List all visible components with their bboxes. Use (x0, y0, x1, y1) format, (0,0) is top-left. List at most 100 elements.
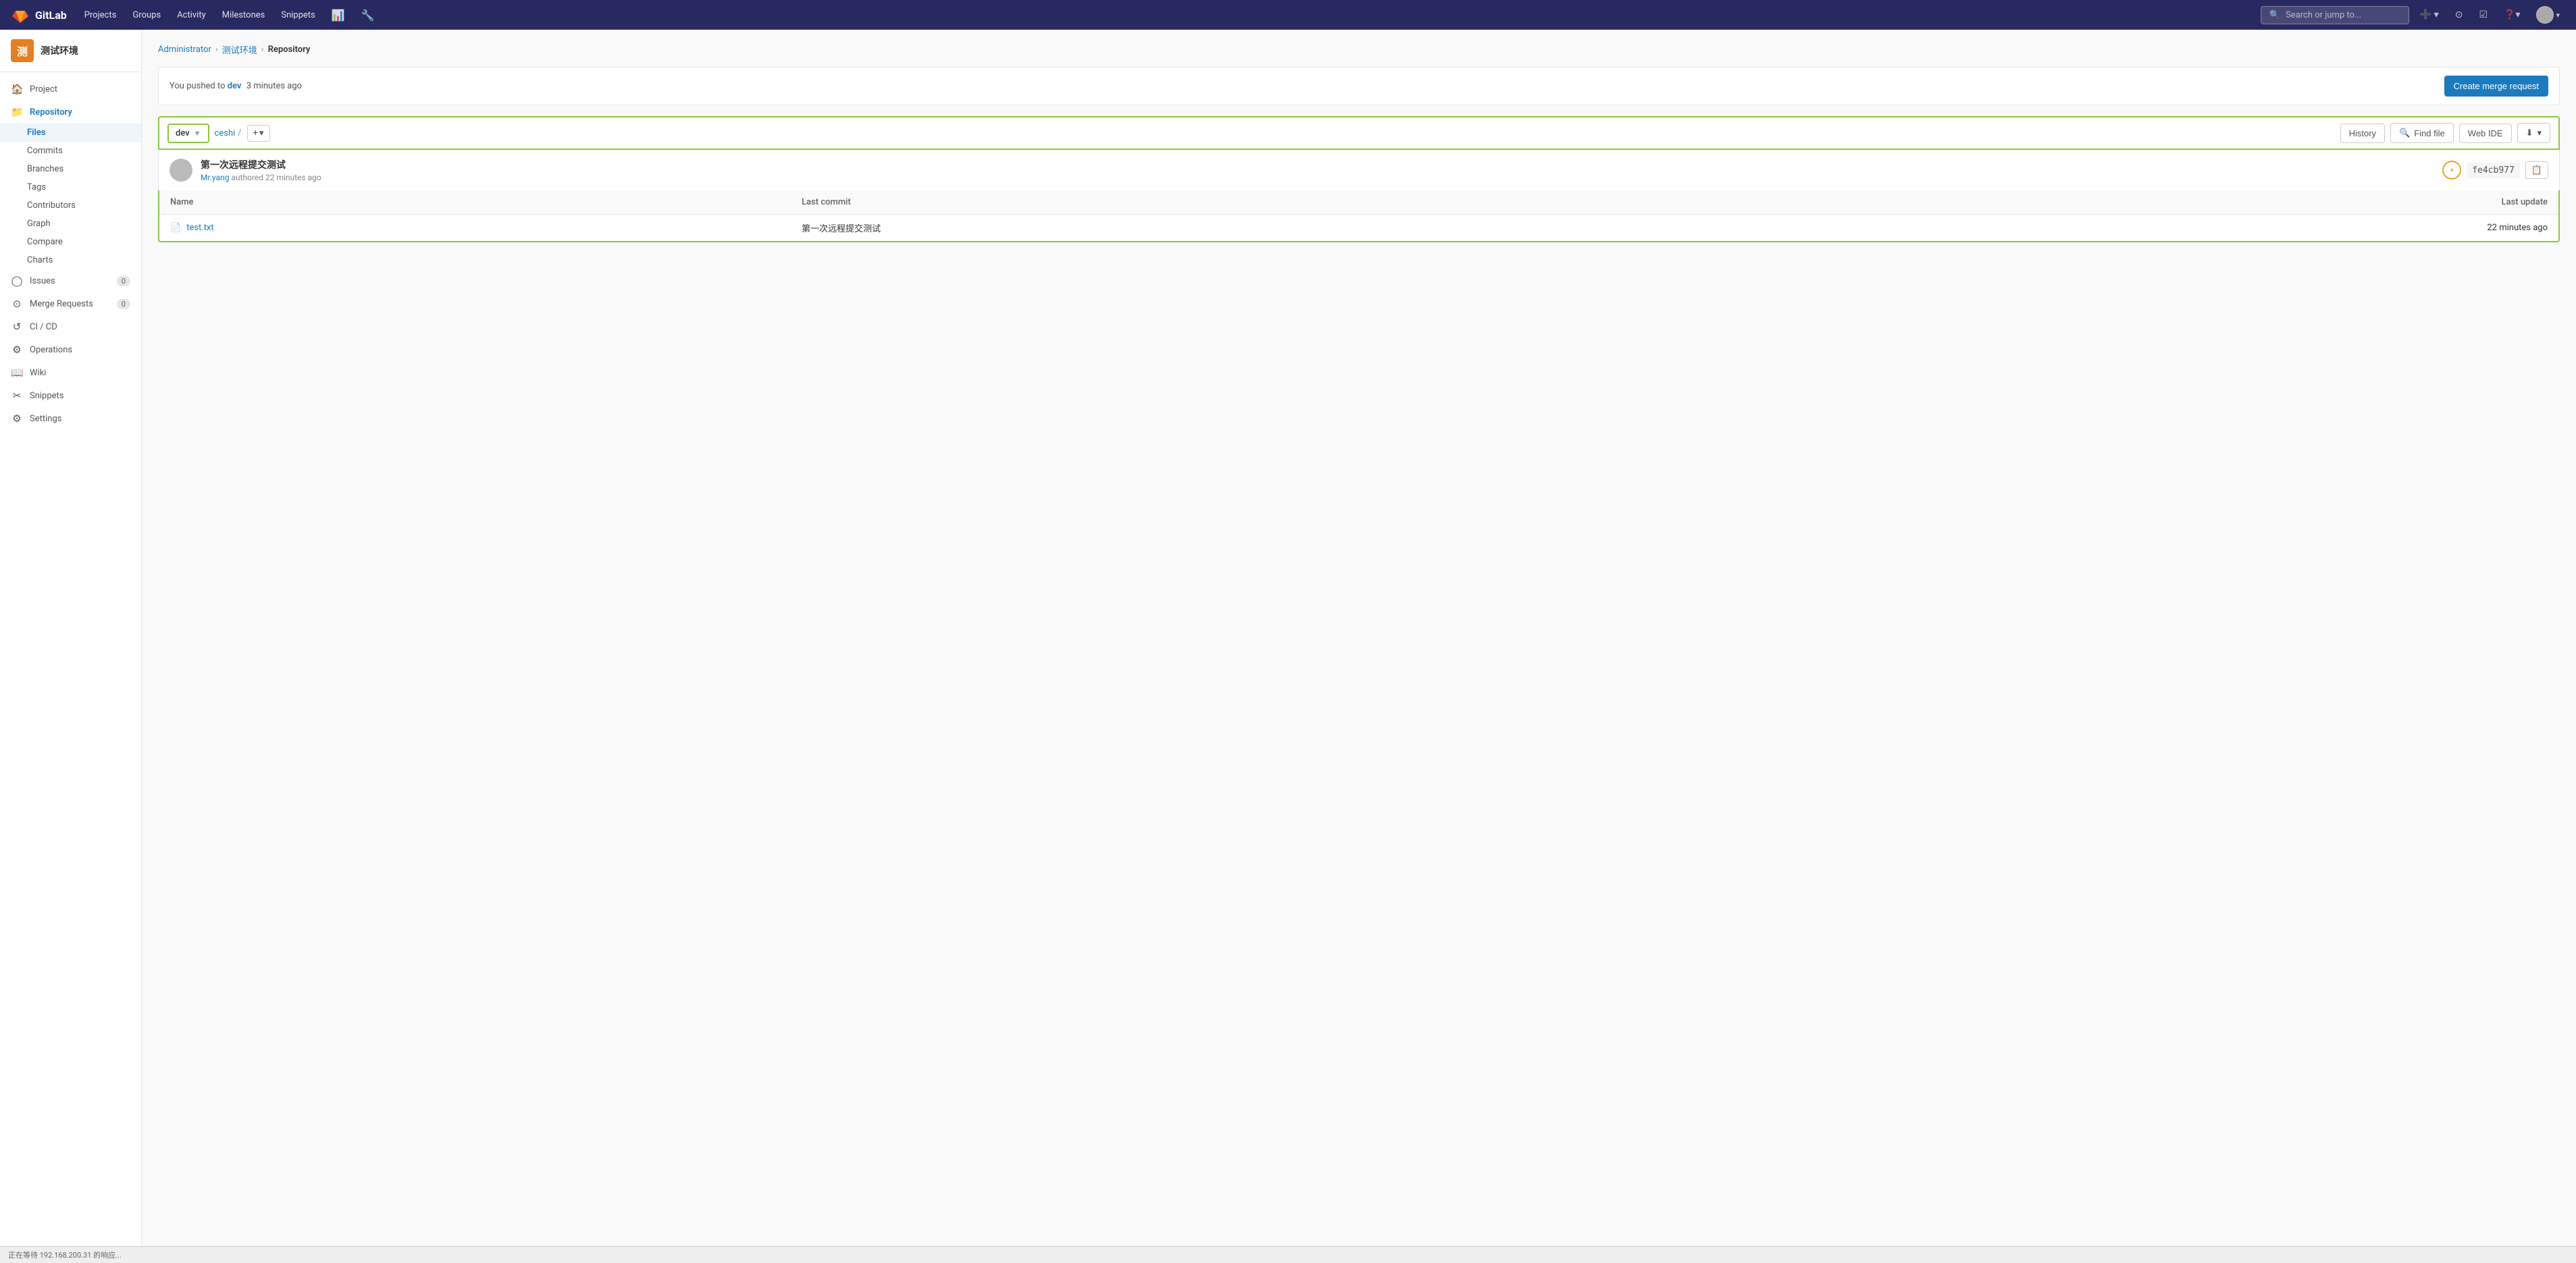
sidebar-item-wiki[interactable]: 📖 Wiki (0, 361, 141, 384)
sidebar-operations-label: Operations (30, 345, 72, 355)
push-text: You pushed to dev 3 minutes ago (169, 81, 302, 91)
breadcrumb-sep-2: › (261, 45, 264, 55)
plus-icon: + (253, 128, 258, 138)
sidebar-graph-label: Graph (27, 219, 51, 229)
sidebar-item-label: Project (30, 84, 57, 95)
nav-wrench-icon[interactable]: 🔧 (354, 5, 382, 26)
path-add-button[interactable]: + ▾ (247, 125, 270, 142)
sidebar-branches-label: Branches (27, 164, 63, 174)
breadcrumb-project[interactable]: 测试环境 (222, 43, 257, 56)
app-body: 测 测试环境 🏠 Project 📁 Repository Files Comm… (0, 30, 2576, 1263)
history-button[interactable]: History (2340, 124, 2385, 143)
sidebar-compare-label: Compare (27, 237, 63, 247)
copy-icon: 📋 (2531, 165, 2542, 175)
path-add-chevron-icon: ▾ (259, 128, 264, 138)
sidebar-wiki-label: Wiki (30, 368, 46, 378)
project-icon: 🏠 (11, 83, 23, 95)
sidebar-cicd-label: CI / CD (30, 322, 57, 332)
sidebar-commits-label: Commits (27, 146, 63, 156)
sidebar-item-cicd[interactable]: ↺ CI / CD (0, 315, 141, 338)
find-file-button[interactable]: 🔍 Find file (2390, 123, 2454, 143)
commit-hash[interactable]: fe4cb977 (2467, 163, 2520, 178)
project-name: 测试环境 (41, 44, 78, 57)
sidebar-contributors-label: Contributors (27, 200, 76, 211)
brand-name: GitLab (35, 9, 67, 22)
push-text-label: You pushed to (169, 81, 226, 91)
sidebar-item-graph[interactable]: Graph (0, 215, 141, 233)
sidebar-item-branches[interactable]: Branches (0, 160, 141, 178)
settings-icon: ⚙ (11, 412, 23, 425)
find-file-icon: 🔍 (2399, 128, 2410, 138)
add-button[interactable]: ➕ ▾ (2415, 5, 2444, 24)
bottom-status-text: 正在等待 192.168.200.31 的响应... (8, 1251, 122, 1260)
nav-links: Projects Groups Activity Milestones Snip… (78, 5, 382, 26)
file-name-cell: 📄 test.txt (159, 215, 791, 242)
bottom-status-bar: 正在等待 192.168.200.31 的响应... (0, 1246, 2576, 1263)
sidebar-item-tags[interactable]: Tags (0, 178, 141, 196)
file-icon: 📄 (170, 223, 181, 233)
file-commit-cell: 第一次远程提交测试 (791, 215, 1764, 242)
todo-icon[interactable]: ☑ (2473, 5, 2493, 24)
sidebar-item-charts[interactable]: Charts (0, 251, 141, 269)
breadcrumb-admin[interactable]: Administrator (158, 45, 211, 55)
merge-request-icon[interactable]: ⊙ (2450, 5, 2469, 24)
pipeline-status-icon[interactable]: ⏸ (2442, 161, 2461, 180)
nav-snippets[interactable]: Snippets (274, 6, 322, 24)
file-table-header: Name Last commit Last update (159, 190, 2558, 215)
sidebar-item-compare[interactable]: Compare (0, 233, 141, 251)
top-navbar: GitLab Projects Groups Activity Mileston… (0, 0, 2576, 30)
push-notification-bar: You pushed to dev 3 minutes ago Create m… (158, 67, 2560, 105)
sidebar-item-settings[interactable]: ⚙ Settings (0, 407, 141, 430)
sidebar-project-header[interactable]: 测 测试环境 (0, 30, 141, 72)
push-branch-link[interactable]: dev (228, 81, 242, 91)
download-chevron-icon: ▾ (2537, 128, 2542, 138)
brand-logo[interactable]: GitLab (11, 5, 67, 24)
file-name-link[interactable]: 📄 test.txt (170, 223, 780, 233)
commit-right: ⏸ fe4cb977 📋 (2442, 161, 2548, 180)
path-folder[interactable]: ceshi (215, 128, 236, 138)
col-last-update: Last update (1764, 190, 2558, 215)
nav-stats-icon[interactable]: 📊 (325, 5, 352, 26)
issues-icon: ◯ (11, 275, 23, 287)
sidebar-item-commits[interactable]: Commits (0, 142, 141, 160)
operations-icon: ⚙ (11, 344, 23, 356)
search-icon: 🔍 (2269, 10, 2280, 20)
branch-name: dev (176, 128, 190, 138)
nav-groups[interactable]: Groups (126, 6, 167, 24)
breadcrumb-current: Repository (268, 45, 311, 55)
sidebar-item-operations[interactable]: ⚙ Operations (0, 338, 141, 361)
sidebar-item-snippets[interactable]: ✂ Snippets (0, 384, 141, 407)
help-icon[interactable]: ❓▾ (2498, 5, 2525, 24)
merge-requests-icon: ⊙ (11, 298, 23, 310)
gitlab-logo-icon (11, 5, 30, 24)
breadcrumb-sep-1: › (215, 45, 218, 55)
commit-authored: authored (231, 173, 265, 182)
nav-activity[interactable]: Activity (170, 6, 213, 24)
nav-projects[interactable]: Projects (78, 6, 124, 24)
sidebar-item-issues[interactable]: ◯ Issues 0 (0, 269, 141, 292)
project-avatar: 测 (11, 39, 34, 62)
sidebar-files-label: Files (27, 128, 46, 138)
repository-icon: 📁 (11, 106, 23, 118)
user-avatar[interactable]: ▾ (2531, 2, 2565, 28)
file-table-wrapper: Name Last commit Last update 📄 test.txt (158, 190, 2560, 242)
copy-hash-button[interactable]: 📋 (2525, 161, 2548, 179)
search-placeholder: Search or jump to... (2286, 10, 2361, 20)
path-sep: / (238, 128, 241, 138)
sidebar-item-files[interactable]: Files (0, 124, 141, 142)
search-box[interactable]: 🔍 Search or jump to... (2261, 6, 2409, 24)
commit-time: 22 minutes ago (265, 173, 321, 182)
download-button[interactable]: ⬇ ▾ (2517, 123, 2550, 143)
sidebar-item-project[interactable]: 🏠 Project (0, 78, 141, 101)
sidebar-item-contributors[interactable]: Contributors (0, 196, 141, 215)
nav-milestones[interactable]: Milestones (215, 6, 272, 24)
commit-author-link[interactable]: Mr.yang (201, 173, 229, 182)
breadcrumb: Administrator › 测试环境 › Repository (158, 43, 2560, 56)
sidebar-item-merge-requests[interactable]: ⊙ Merge Requests 0 (0, 292, 141, 315)
branch-selector[interactable]: dev ▼ (167, 124, 209, 143)
file-update-cell: 22 minutes ago (1764, 215, 2558, 242)
web-ide-button[interactable]: Web IDE (2459, 124, 2512, 143)
sidebar-item-repository[interactable]: 📁 Repository (0, 101, 141, 124)
sidebar-mr-label: Merge Requests (30, 299, 93, 309)
create-merge-request-button[interactable]: Create merge request (2444, 76, 2548, 97)
